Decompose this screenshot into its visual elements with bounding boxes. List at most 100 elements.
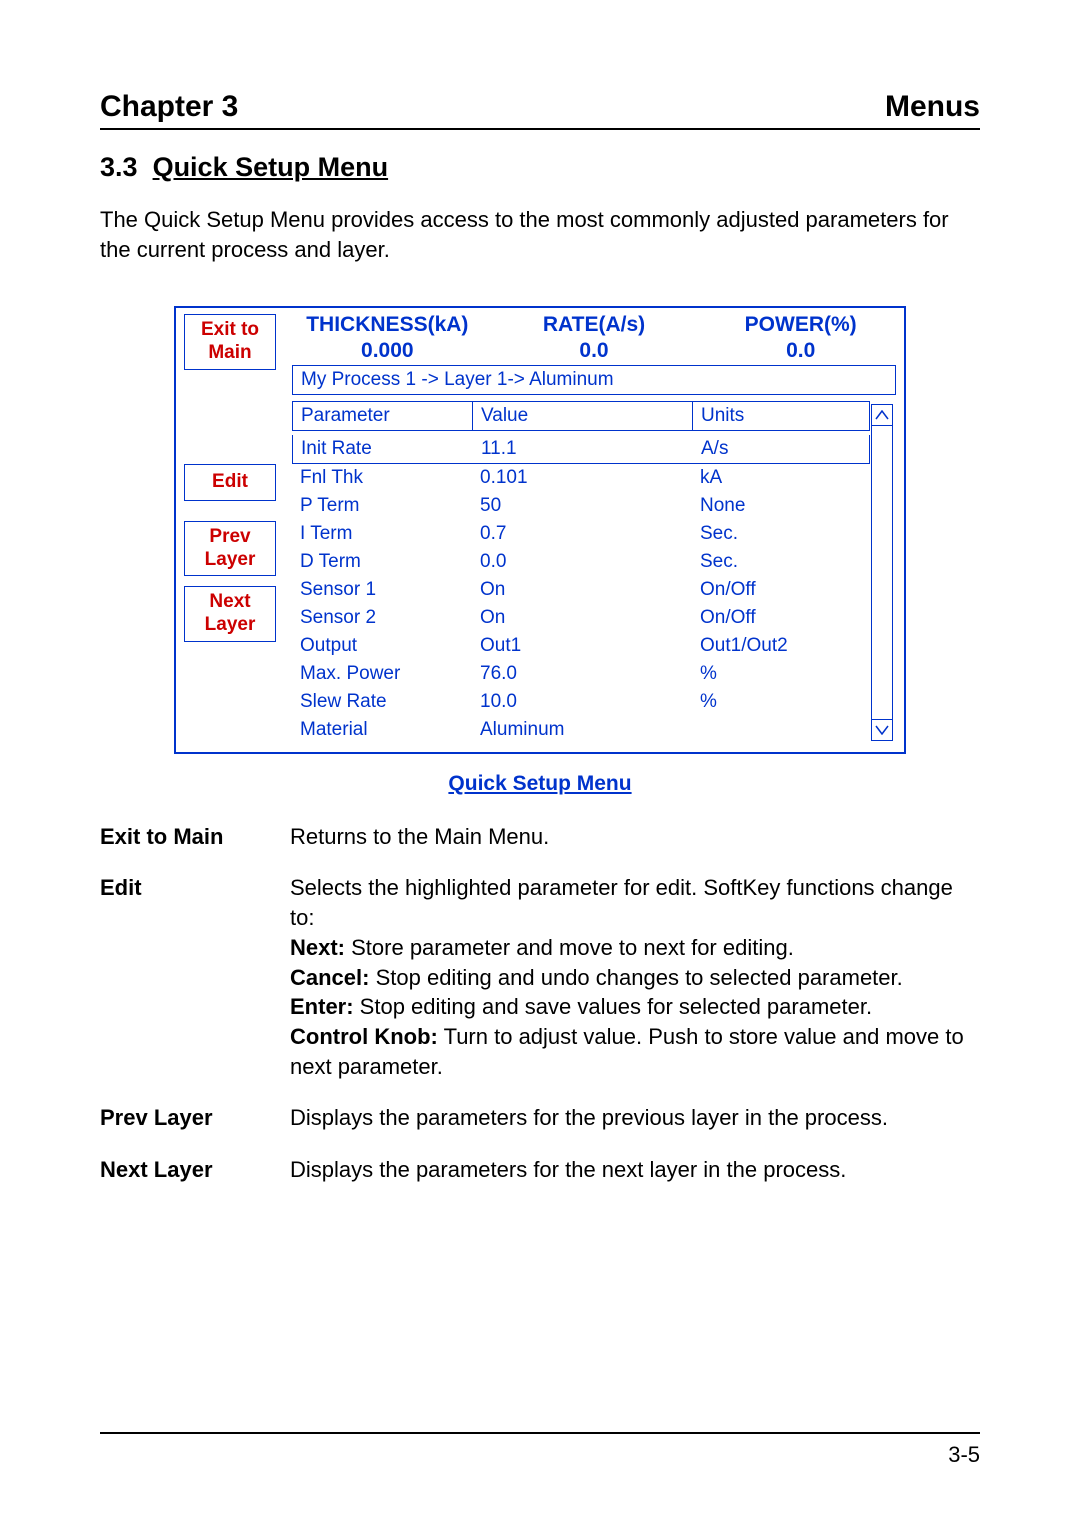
table-row[interactable]: OutputOut1Out1/Out2 [292, 632, 870, 660]
cell-units: A/s [693, 438, 869, 460]
readouts: THICKNESS(kA) 0.000 RATE(A/s) 0.0 POWER(… [284, 308, 904, 364]
desc-prev-layer: Prev Layer Displays the parameters for t… [100, 1103, 980, 1133]
cell-units: % [692, 663, 870, 685]
cell-value: 50 [472, 495, 692, 517]
cell-units: kA [692, 467, 870, 489]
page-footer: 3-5 [100, 1432, 980, 1468]
cell-units: On/Off [692, 579, 870, 601]
chapter-title: Menus [885, 90, 980, 124]
scroll-up-icon[interactable] [871, 404, 893, 426]
cell-parameter: Material [292, 719, 472, 741]
cell-parameter: Slew Rate [292, 691, 472, 713]
rate-label: RATE(A/s) [543, 313, 645, 336]
readout-thickness: THICKNESS(kA) 0.000 [284, 312, 491, 362]
softkey-exit-to-main[interactable]: Exit to Main [184, 314, 276, 370]
cell-units: Sec. [692, 523, 870, 545]
desc-def: Displays the parameters for the previous… [290, 1103, 980, 1133]
header-units: Units [693, 402, 869, 430]
table-row[interactable]: I Term0.7Sec. [292, 520, 870, 548]
table-row[interactable]: Max. Power76.0% [292, 660, 870, 688]
softkey-prev-layer[interactable]: Prev Layer [184, 521, 276, 577]
cell-parameter: P Term [292, 495, 472, 517]
cell-units: % [692, 691, 870, 713]
table-row[interactable]: Init Rate11.1A/s [292, 435, 870, 464]
edit-enter-label: Enter: [290, 994, 354, 1019]
panel: THICKNESS(kA) 0.000 RATE(A/s) 0.0 POWER(… [284, 308, 904, 751]
desc-def: Displays the parameters for the next lay… [290, 1155, 980, 1185]
edit-lead: Selects the highlighted parameter for ed… [290, 875, 953, 930]
cell-value: Aluminum [472, 719, 692, 741]
desc-def: Returns to the Main Menu. [290, 822, 980, 852]
header-value: Value [473, 402, 693, 430]
softkey-edit[interactable]: Edit [184, 464, 276, 501]
cell-parameter: Fnl Thk [292, 467, 472, 489]
cell-parameter: Max. Power [292, 663, 472, 685]
cell-value: 76.0 [472, 663, 692, 685]
scrollbar[interactable] [870, 401, 896, 744]
softkey-next-layer[interactable]: Next Layer [184, 586, 276, 642]
desc-term: Exit to Main [100, 822, 290, 852]
readout-rate: RATE(A/s) 0.0 [491, 312, 698, 362]
cell-units [692, 719, 870, 741]
cell-parameter: D Term [292, 551, 472, 573]
thickness-value: 0.000 [361, 339, 414, 362]
cell-parameter: I Term [292, 523, 472, 545]
desc-term: Next Layer [100, 1155, 290, 1185]
readout-power: POWER(%) 0.0 [697, 312, 904, 362]
cell-units: None [692, 495, 870, 517]
cell-value: On [472, 579, 692, 601]
desc-exit: Exit to Main Returns to the Main Menu. [100, 822, 980, 852]
table-row[interactable]: Sensor 1OnOn/Off [292, 576, 870, 604]
quick-setup-diagram: Exit to Main Edit Prev Layer Next Layer … [174, 306, 906, 753]
table-row[interactable]: Slew Rate10.0% [292, 688, 870, 716]
page-number: 3-5 [948, 1442, 980, 1467]
desc-term: Edit [100, 873, 290, 1081]
cell-parameter: Sensor 2 [292, 607, 472, 629]
edit-next-label: Next: [290, 935, 345, 960]
header-parameter: Parameter [293, 402, 473, 430]
section-number: 3.3 [100, 152, 138, 182]
intro-text: The Quick Setup Menu provides access to … [100, 205, 980, 264]
table-row[interactable]: Sensor 2OnOn/Off [292, 604, 870, 632]
cell-parameter: Sensor 1 [292, 579, 472, 601]
cell-units: On/Off [692, 607, 870, 629]
scroll-down-icon[interactable] [871, 719, 893, 741]
chapter-header: Chapter 3 Menus [100, 90, 980, 130]
cell-units: Out1/Out2 [692, 635, 870, 657]
desc-next-layer: Next Layer Displays the parameters for t… [100, 1155, 980, 1185]
section-name: Quick Setup Menu [153, 152, 389, 182]
table-body: Init Rate11.1A/sFnl Thk0.101kAP Term50No… [292, 431, 870, 744]
chapter-label: Chapter 3 [100, 90, 238, 124]
cell-value: 0.101 [472, 467, 692, 489]
edit-cancel-text: Stop editing and undo changes to selecte… [369, 965, 902, 990]
cell-value: On [472, 607, 692, 629]
cell-value: 10.0 [472, 691, 692, 713]
edit-next-text: Store parameter and move to next for edi… [345, 935, 794, 960]
softkey-column: Exit to Main Edit Prev Layer Next Layer [176, 308, 284, 751]
table-row[interactable]: Fnl Thk0.101kA [292, 464, 870, 492]
thickness-label: THICKNESS(kA) [306, 313, 468, 336]
cell-parameter: Output [292, 635, 472, 657]
power-label: POWER(%) [745, 313, 857, 336]
table-header: Parameter Value Units [292, 401, 870, 431]
cell-value: 11.1 [473, 438, 693, 460]
cell-value: 0.7 [472, 523, 692, 545]
scroll-track[interactable] [871, 426, 893, 719]
power-value: 0.0 [786, 339, 815, 362]
edit-enter-text: Stop editing and save values for selecte… [354, 994, 873, 1019]
cell-units: Sec. [692, 551, 870, 573]
rate-value: 0.0 [579, 339, 608, 362]
desc-def: Selects the highlighted parameter for ed… [290, 873, 980, 1081]
breadcrumb: My Process 1 -> Layer 1-> Aluminum [292, 365, 896, 395]
cell-value: 0.0 [472, 551, 692, 573]
table-row[interactable]: MaterialAluminum [292, 716, 870, 744]
diagram-caption: Quick Setup Menu [100, 772, 980, 796]
edit-cancel-label: Cancel: [290, 965, 369, 990]
edit-knob-label: Control Knob: [290, 1024, 438, 1049]
cell-parameter: Init Rate [293, 438, 473, 460]
table-row[interactable]: D Term0.0Sec. [292, 548, 870, 576]
cell-value: Out1 [472, 635, 692, 657]
desc-edit: Edit Selects the highlighted parameter f… [100, 873, 980, 1081]
table-row[interactable]: P Term50None [292, 492, 870, 520]
section-title: 3.3 Quick Setup Menu [100, 152, 980, 183]
